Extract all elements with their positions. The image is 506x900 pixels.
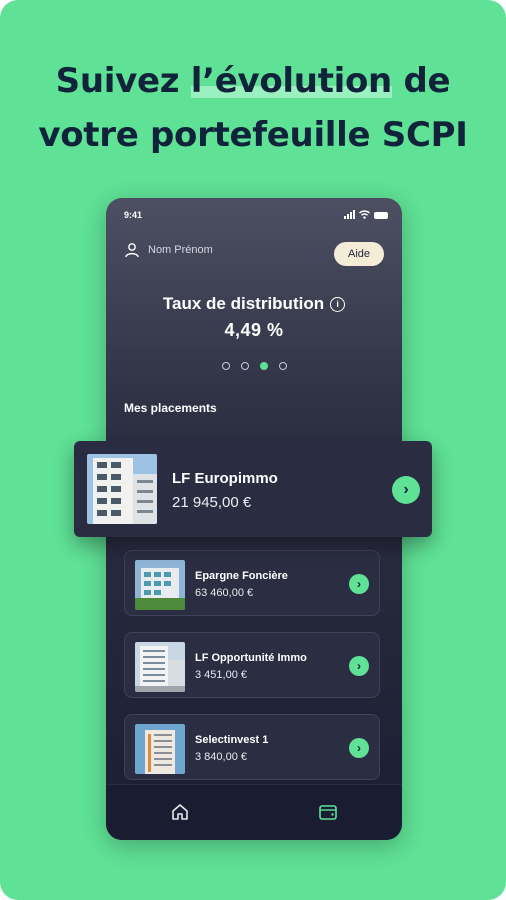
headline-text: de: [391, 61, 451, 101]
building-image: [135, 560, 185, 610]
building-image: [87, 454, 157, 524]
building-image: [135, 724, 185, 774]
bottom-nav: [106, 784, 402, 840]
user-icon: [125, 243, 139, 258]
placement-card[interactable]: LF Opportunité Immo 3 451,00 € ›: [124, 632, 380, 698]
placement-name: Selectinvest 1: [195, 734, 269, 746]
building-image: [135, 642, 185, 692]
headline-text: Suivez: [55, 61, 191, 101]
status-bar: 9:41: [106, 198, 402, 226]
wifi-icon: [359, 210, 370, 219]
headline: Suivez l’évolution de votre portefeuille…: [0, 54, 506, 162]
placement-amount: 21 945,00 €: [172, 494, 252, 511]
distribution-value: 4,49 %: [224, 320, 284, 340]
placement-name: Epargne Foncière: [195, 570, 288, 582]
chevron-right-icon[interactable]: ›: [349, 574, 369, 594]
featured-placement-card[interactable]: LF Europimmo 21 945,00 € ›: [74, 441, 432, 537]
section-title: Mes placements: [124, 401, 217, 415]
placement-card[interactable]: Epargne Foncière 63 460,00 € ›: [124, 550, 380, 616]
placement-amount: 63 460,00 €: [195, 587, 254, 599]
signal-icon: [344, 210, 355, 219]
carousel-dot-active[interactable]: [259, 362, 268, 370]
wallet-icon[interactable]: [318, 803, 338, 821]
headline-highlight: l’évolution: [190, 61, 392, 101]
placement-amount: 3 451,00 €: [195, 669, 247, 681]
chevron-right-icon[interactable]: ›: [392, 476, 420, 504]
status-icons: [344, 210, 388, 219]
carousel-dot[interactable]: [221, 362, 230, 370]
placement-amount: 3 840,00 €: [195, 751, 247, 763]
battery-icon: [374, 212, 388, 219]
headline-line-2: votre portefeuille SCPI: [38, 115, 468, 155]
distribution-title-text: Taux de distribution: [162, 294, 325, 313]
user-name: Nom Prénom: [148, 244, 213, 256]
carousel-dot[interactable]: [240, 362, 249, 370]
carousel-dots: [106, 362, 402, 370]
home-icon[interactable]: [170, 802, 190, 822]
headline-line-1: Suivez l’évolution de: [0, 54, 506, 108]
user-profile[interactable]: Nom Prénom: [124, 242, 213, 258]
placement-card[interactable]: Selectinvest 1 3 840,00 € ›: [124, 714, 380, 780]
placement-name: LF Europimmo: [172, 470, 278, 487]
chevron-right-icon[interactable]: ›: [349, 738, 369, 758]
carousel-dot[interactable]: [278, 362, 287, 370]
status-time: 9:41: [124, 210, 143, 220]
chevron-right-icon[interactable]: ›: [349, 656, 369, 676]
placement-name: LF Opportunité Immo: [195, 652, 307, 664]
info-icon[interactable]: i: [330, 297, 346, 312]
promo-canvas: Suivez l’évolution de votre portefeuille…: [0, 0, 506, 900]
distribution-title: Taux de distribution i: [106, 294, 402, 314]
help-button[interactable]: Aide: [334, 242, 384, 266]
